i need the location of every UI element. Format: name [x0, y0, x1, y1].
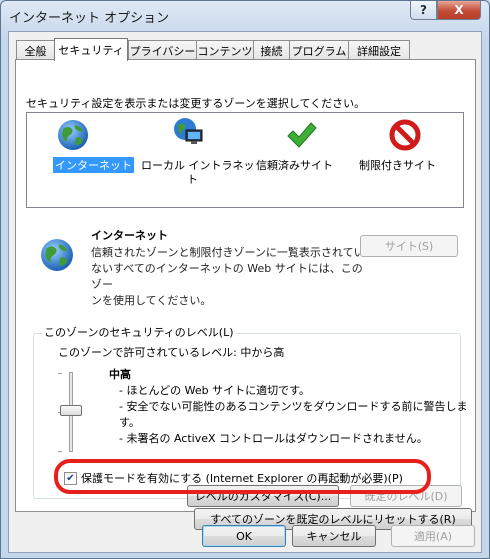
- tab-advanced[interactable]: 詳細設定: [348, 40, 410, 60]
- help-button[interactable]: ?: [410, 1, 437, 20]
- level-description-line: - ほとんどの Web サイトに適切です。: [119, 384, 311, 397]
- tab-connections[interactable]: 接続: [253, 40, 290, 60]
- level-description-line: - 安全でない可能性のあるコンテンツをダウンロードする前に警告します。: [119, 400, 468, 429]
- slider-thumb[interactable]: [60, 405, 82, 416]
- tab-security[interactable]: セキュリティ: [54, 38, 128, 61]
- apply-button[interactable]: 適用(A): [391, 525, 475, 547]
- tab-privacy[interactable]: プライバシー: [128, 40, 197, 60]
- zone-info-description: 信頼されたゾーンと制限付きゾーンに一覧表示されてい ないすべてのインターネットの…: [91, 245, 366, 309]
- zone-info-line: 信頼されたゾーンと制限付きゾーンに一覧表示されてい: [91, 246, 365, 259]
- close-button[interactable]: X: [437, 1, 481, 20]
- cancel-button[interactable]: キャンセル: [292, 525, 376, 547]
- level-description-line: - 未署名の ActiveX コントロールはダウンロードされません。: [119, 432, 428, 445]
- zone-info-title: インターネット: [91, 229, 168, 242]
- level-name: 中高: [109, 368, 131, 381]
- zone-internet[interactable]: インターネット: [27, 113, 137, 203]
- globe-icon: [41, 239, 73, 271]
- zone-trusted-sites[interactable]: 信頼済みサイト: [249, 113, 359, 203]
- zone-trusted-label: 信頼済みサイト: [256, 159, 333, 172]
- zone-restricted-label: 制限付きサイト: [359, 159, 436, 172]
- security-panel: セキュリティ設定を表示または変更するゾーンを選択してください。 インターネット: [15, 59, 476, 530]
- zone-local-intranet[interactable]: ローカル イントラネッ ト: [139, 113, 255, 203]
- checkmark-icon: [287, 122, 317, 148]
- slider-tick: [58, 373, 62, 374]
- annotation-highlight: [54, 459, 431, 494]
- zone-intranet-label-line2: ト: [187, 173, 198, 186]
- zone-list: インターネット ローカル イントラネッ ト 信頼済みサイト 制限付きサイト: [26, 112, 464, 208]
- restricted-icon: [389, 119, 421, 151]
- tab-programs[interactable]: プログラム: [289, 40, 349, 60]
- tab-content[interactable]: コンテンツ: [196, 40, 254, 60]
- zone-select-heading: セキュリティ設定を表示または変更するゾーンを選択してください。: [26, 97, 366, 110]
- globe-icon: [58, 120, 88, 150]
- allowed-levels-text: このゾーンで許可されているレベル: 中から高: [58, 346, 285, 359]
- ok-button[interactable]: OK: [202, 525, 286, 547]
- security-level-group-title: このゾーンのセキュリティのレベル(L): [42, 324, 236, 340]
- window-title: インターネット オプション: [9, 11, 170, 26]
- title-bar[interactable]: インターネット オプション ? X: [1, 1, 489, 31]
- sites-button[interactable]: サイト(S): [360, 235, 458, 257]
- level-description: - ほとんどの Web サイトに適切です。 - 安全でない可能性のあるコンテンツ…: [119, 383, 475, 447]
- internet-options-window: インターネット オプション ? X 全般 セキュリティ プライバシー コンテンツ…: [0, 0, 490, 559]
- zone-info-line: ないすべてのインターネットの Web サイトには、このゾー: [91, 262, 363, 291]
- tab-general[interactable]: 全般: [16, 40, 55, 60]
- intranet-icon: [174, 118, 203, 144]
- zone-info-line: ンを使用してください。: [91, 294, 212, 307]
- dialog-body: 全般 セキュリティ プライバシー コンテンツ 接続 プログラム 詳細設定 セキュ…: [8, 31, 482, 553]
- zone-restricted-sites[interactable]: 制限付きサイト: [349, 113, 459, 203]
- slider-tick: [58, 451, 62, 452]
- zone-internet-label: インターネット: [53, 157, 134, 173]
